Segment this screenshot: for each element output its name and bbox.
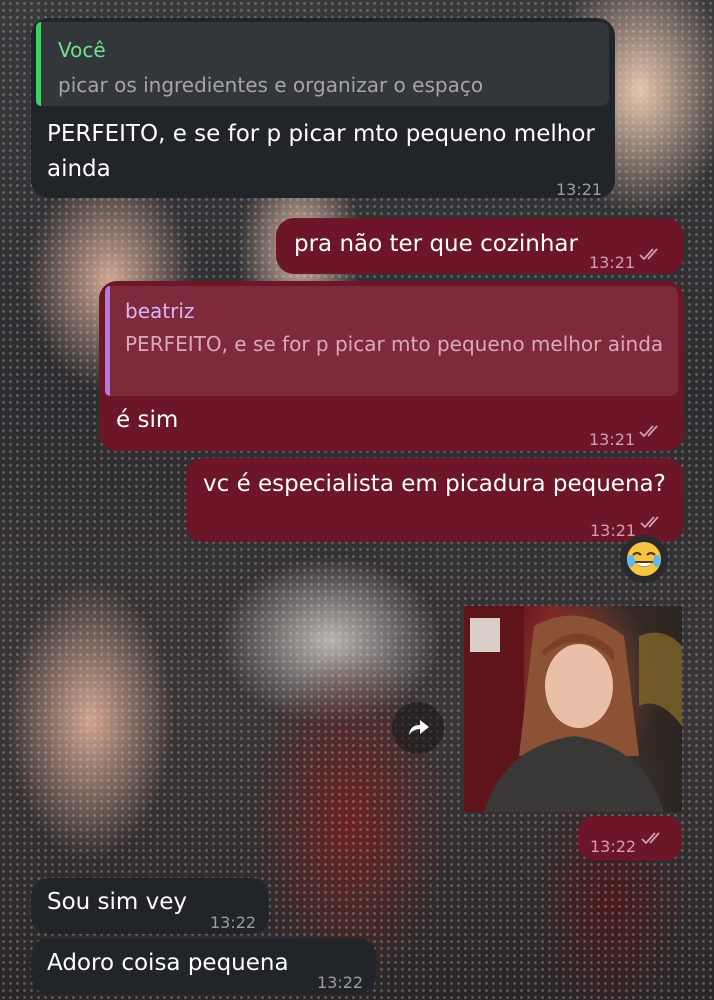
message-time: 13:22 (317, 973, 364, 992)
double-check-icon (641, 832, 660, 845)
forward-button[interactable] (392, 702, 444, 754)
reply-bar (36, 22, 41, 106)
photo-content (464, 606, 682, 812)
reply-bar (105, 286, 110, 396)
reply-text: picar os ingredientes e organizar o espa… (58, 73, 484, 97)
reply-quote[interactable]: beatriz PERFEITO, e se for p picar mto p… (105, 286, 678, 396)
face-with-tears-of-joy-icon (627, 542, 661, 576)
share-arrow-icon (409, 720, 429, 735)
reply-author: Você (58, 38, 106, 62)
message-bubble-outgoing[interactable]: pra não ter que cozinhar 13:21 (276, 218, 684, 274)
message-time: 13:21 (589, 430, 636, 449)
message-bubble-outgoing[interactable]: beatriz PERFEITO, e se for p picar mto p… (99, 281, 684, 451)
photo-message[interactable] (464, 606, 682, 812)
message-time: 13:21 (589, 253, 636, 272)
reply-quote[interactable]: Você picar os ingredientes e organizar o… (36, 22, 609, 106)
message-text: Sou sim vey (47, 889, 188, 915)
message-text: pra não ter que cozinhar (294, 231, 578, 257)
double-check-icon (639, 248, 658, 261)
message-bubble-incoming[interactable]: Sou sim vey 13:22 (31, 878, 269, 934)
reply-author: beatriz (125, 299, 195, 323)
reaction-badge[interactable] (620, 535, 668, 583)
message-bubble-incoming[interactable]: Você picar os ingredientes e organizar o… (31, 18, 615, 199)
message-text: é sim (116, 407, 179, 433)
message-time: 13:22 (210, 913, 257, 932)
photo-time-badge: 13:22 (578, 816, 682, 860)
message-bubble-outgoing[interactable]: vc é especialista em picadura pequena? 1… (186, 458, 684, 542)
message-time: 13:21 (556, 180, 603, 199)
message-text: Adoro coisa pequena (47, 950, 289, 976)
message-time: 13:22 (590, 837, 637, 856)
double-check-icon (640, 516, 659, 529)
reply-text: PERFEITO, e se for p picar mto pequeno m… (125, 332, 664, 356)
message-text: PERFEITO, e se for p picar mto pequeno m… (47, 121, 595, 182)
double-check-icon (639, 425, 658, 438)
message-text: vc é especialista em picadura pequena? (203, 471, 666, 497)
message-bubble-incoming[interactable]: Adoro coisa pequena 13:22 (31, 938, 376, 994)
